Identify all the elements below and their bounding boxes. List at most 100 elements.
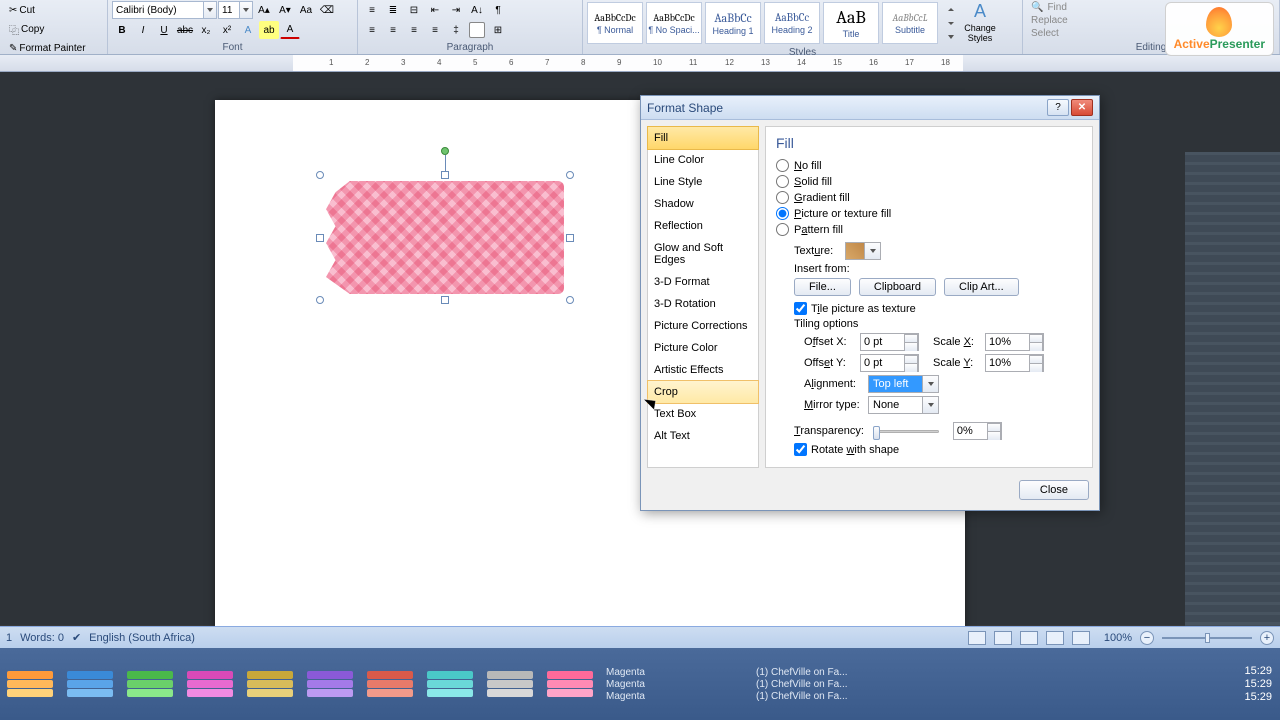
cat-picture-color[interactable]: Picture Color: [648, 337, 758, 359]
print-layout-view[interactable]: [968, 631, 986, 645]
file-button[interactable]: File...: [794, 278, 851, 296]
cat-picture-corrections[interactable]: Picture Corrections: [648, 315, 758, 337]
copy-button[interactable]: ⿻Copy: [4, 20, 49, 38]
show-marks-button[interactable]: ¶: [488, 1, 508, 19]
sort-button[interactable]: A↓: [467, 1, 487, 19]
resize-handle-n[interactable]: [441, 171, 449, 179]
style-down-button[interactable]: [943, 16, 955, 30]
scale-x-spinner[interactable]: [985, 333, 1044, 351]
superscript-button[interactable]: x²: [217, 21, 237, 39]
increase-indent-button[interactable]: ⇥: [446, 1, 466, 19]
resize-handle-sw[interactable]: [316, 296, 324, 304]
highlight-button[interactable]: ab: [259, 21, 279, 39]
italic-button[interactable]: I: [133, 21, 153, 39]
font-color-button[interactable]: A: [280, 21, 300, 39]
find-button[interactable]: 🔍Find: [1031, 2, 1123, 13]
zoom-slider[interactable]: [1162, 637, 1252, 639]
resize-handle-w[interactable]: [316, 234, 324, 242]
pattern-fill-radio[interactable]: [776, 223, 789, 236]
no-fill-radio[interactable]: [776, 159, 789, 172]
solid-fill-radio[interactable]: [776, 175, 789, 188]
grow-font-button[interactable]: A▴: [254, 1, 274, 19]
numbering-button[interactable]: ≣: [383, 1, 403, 19]
decrease-indent-button[interactable]: ⇤: [425, 1, 445, 19]
dialog-titlebar[interactable]: Format Shape ? ✕: [641, 96, 1099, 120]
shading-button[interactable]: [467, 21, 487, 39]
cat-artistic-effects[interactable]: Artistic Effects: [648, 359, 758, 381]
clipart-button[interactable]: Clip Art...: [944, 278, 1019, 296]
close-x-button[interactable]: ✕: [1071, 99, 1093, 116]
shrink-font-button[interactable]: A▾: [275, 1, 295, 19]
cat-reflection[interactable]: Reflection: [648, 215, 758, 237]
transparency-slider[interactable]: [874, 430, 939, 433]
language-indicator[interactable]: English (South Africa): [89, 632, 195, 644]
style-normal[interactable]: AaBbCcDc¶ Normal: [587, 2, 643, 44]
close-button[interactable]: Close: [1019, 480, 1089, 500]
multilevel-button[interactable]: ⊟: [404, 1, 424, 19]
cat-glow[interactable]: Glow and Soft Edges: [648, 237, 758, 271]
offset-y-spinner[interactable]: [860, 354, 919, 372]
proofing-icon[interactable]: ✔: [72, 631, 81, 644]
clear-formatting-button[interactable]: ⌫: [317, 1, 337, 19]
cat-shadow[interactable]: Shadow: [648, 193, 758, 215]
horizontal-ruler[interactable]: 123456789101112131415161718: [0, 55, 1280, 72]
text-effects-button[interactable]: A: [238, 21, 258, 39]
resize-handle-e[interactable]: [566, 234, 574, 242]
change-case-button[interactable]: Aa: [296, 1, 316, 19]
subscript-button[interactable]: x₂: [196, 21, 216, 39]
texture-dropdown[interactable]: [845, 242, 881, 260]
style-more-button[interactable]: [943, 30, 955, 44]
selected-shape[interactable]: [320, 175, 570, 300]
outline-view[interactable]: [1046, 631, 1064, 645]
underline-button[interactable]: U: [154, 21, 174, 39]
gradient-fill-radio[interactable]: [776, 191, 789, 204]
resize-handle-ne[interactable]: [566, 171, 574, 179]
offset-x-spinner[interactable]: [860, 333, 919, 351]
resize-handle-s[interactable]: [441, 296, 449, 304]
rotate-handle[interactable]: [441, 147, 449, 155]
mirror-dropdown[interactable]: None: [868, 396, 939, 414]
change-styles-button[interactable]: A Change Styles: [958, 1, 1002, 45]
align-center-button[interactable]: ≡: [383, 21, 403, 39]
cat-3d-format[interactable]: 3-D Format: [648, 271, 758, 293]
borders-button[interactable]: ⊞: [488, 21, 508, 39]
strikethrough-button[interactable]: abc: [175, 21, 195, 39]
help-button[interactable]: ?: [1047, 99, 1069, 116]
tile-checkbox[interactable]: [794, 302, 807, 315]
word-count[interactable]: Words: 0: [20, 632, 64, 644]
cat-alt-text[interactable]: Alt Text: [648, 425, 758, 447]
cat-crop[interactable]: Crop: [647, 380, 759, 404]
justify-button[interactable]: ≡: [425, 21, 445, 39]
bold-button[interactable]: B: [112, 21, 132, 39]
line-spacing-button[interactable]: ‡: [446, 21, 466, 39]
style-heading2[interactable]: AaBbCcHeading 2: [764, 2, 820, 44]
resize-handle-se[interactable]: [566, 296, 574, 304]
cat-fill[interactable]: Fill: [647, 126, 759, 150]
style-up-button[interactable]: [943, 2, 955, 16]
zoom-level[interactable]: 100%: [1104, 632, 1132, 644]
font-size-combo[interactable]: [218, 1, 253, 19]
zoom-in-button[interactable]: +: [1260, 631, 1274, 645]
style-title[interactable]: AaBTitle: [823, 2, 879, 44]
align-left-button[interactable]: ≡: [362, 21, 382, 39]
resize-handle-nw[interactable]: [316, 171, 324, 179]
font-family-combo[interactable]: [112, 1, 217, 19]
fullscreen-view[interactable]: [994, 631, 1012, 645]
align-right-button[interactable]: ≡: [404, 21, 424, 39]
style-subtitle[interactable]: AaBbCcLSubtitle: [882, 2, 938, 44]
zoom-out-button[interactable]: −: [1140, 631, 1154, 645]
style-heading1[interactable]: AaBbCcHeading 1: [705, 2, 761, 44]
windows-taskbar[interactable]: Magenta Magenta Magenta (1) ChefVille on…: [0, 648, 1280, 720]
bullets-button[interactable]: ≡: [362, 1, 382, 19]
scale-y-spinner[interactable]: [985, 354, 1044, 372]
clipboard-button[interactable]: Clipboard: [859, 278, 936, 296]
transparency-spinner[interactable]: [953, 422, 1002, 440]
alignment-dropdown[interactable]: Top left: [868, 375, 939, 393]
style-no-spacing[interactable]: AaBbCcDc¶ No Spaci...: [646, 2, 702, 44]
page-indicator[interactable]: 1: [6, 632, 12, 644]
cat-3d-rotation[interactable]: 3-D Rotation: [648, 293, 758, 315]
cut-button[interactable]: ✂Cut: [4, 1, 40, 19]
draft-view[interactable]: [1072, 631, 1090, 645]
system-tray[interactable]: 15:29 15:29 15:29: [1244, 648, 1280, 720]
picture-fill-radio[interactable]: [776, 207, 789, 220]
